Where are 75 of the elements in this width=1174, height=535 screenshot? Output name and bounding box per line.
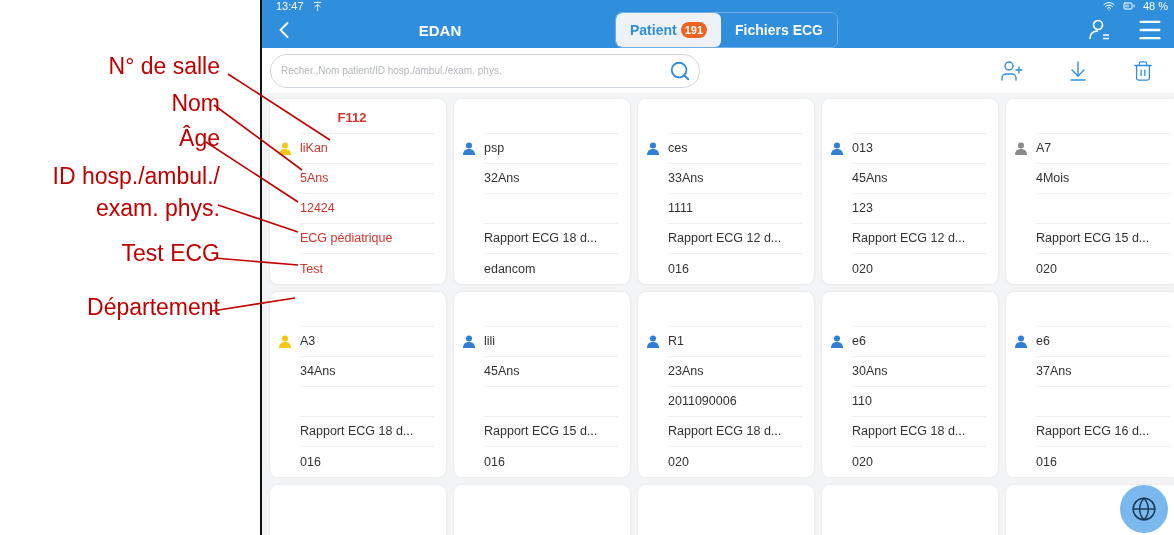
search-icon[interactable] — [669, 59, 691, 82]
status-time: 13:47 — [276, 0, 304, 12]
patient-age-text: 37Ans — [1036, 363, 1072, 378]
patient-name-text: psp — [484, 140, 505, 155]
annotation-label: Test ECG — [121, 239, 220, 268]
annotation-label: N° de salle — [108, 52, 220, 81]
patient-id-text: 12424 — [300, 201, 335, 216]
patient-card[interactable]: F112 liKan 5Ans 12424 ECG pédiatrique Test — [270, 99, 446, 284]
patient-department-text: 016 — [668, 261, 689, 276]
annotation-label: Nom — [171, 89, 220, 118]
patient-name-text: e6 — [852, 333, 866, 348]
annotation-label: Âge — [179, 124, 220, 153]
trash-icon — [1132, 59, 1154, 82]
patient-age-text: 32Ans — [484, 170, 520, 185]
app-title: EDAN — [417, 21, 463, 39]
patient-name-text: R1 — [668, 333, 684, 348]
patient-name-text: 013 — [852, 140, 873, 155]
ecg-test-text: Rapport ECG 15 d... — [1036, 231, 1150, 246]
patient-name-text: lili — [484, 333, 496, 348]
patient-department-text: 016 — [484, 454, 505, 469]
patient-id-text: 1111 — [668, 201, 694, 216]
upload-icon — [311, 0, 323, 12]
ecg-test-text: Rapport ECG 18 d... — [484, 231, 598, 246]
patient-card[interactable]: A7 4Mois Rapport ECG 15 d... 020 — [1006, 99, 1174, 284]
patient-name-text: ces — [668, 140, 688, 155]
battery-level: 48 % — [1142, 0, 1168, 12]
patient-card[interactable]: lili 45Ans Rapport ECG 15 d... 016 — [454, 292, 630, 477]
ecg-test-text: Rapport ECG 16 d... — [1036, 424, 1150, 439]
patient-id-text: 123 — [852, 201, 873, 216]
patient-card[interactable]: ces 33Ans 1111 Rapport ECG 12 d... 016 — [638, 99, 814, 284]
patient-age-text: 34Ans — [300, 363, 336, 378]
patient-card[interactable]: e6 37Ans Rapport ECG 16 d... 016 — [1006, 292, 1174, 477]
ecg-test-text: Rapport ECG 15 d... — [484, 424, 598, 439]
ecg-test-text: Rapport ECG 18 d... — [668, 424, 782, 439]
globe-icon — [1131, 496, 1157, 522]
patient-name-text: A3 — [300, 333, 316, 348]
patient-name-text: A7 — [1036, 140, 1052, 155]
patient-age-text: 5Ans — [300, 170, 329, 185]
patient-card[interactable]: 013 45Ans 123 Rapport ECG 12 d... 020 — [822, 99, 998, 284]
patient-age-text: 45Ans — [852, 170, 888, 185]
ecg-test-text: Rapport ECG 18 d... — [852, 424, 966, 439]
annotation-label: Département — [87, 293, 220, 322]
patient-department-text: edancom — [484, 261, 536, 276]
patient-age-text: 4Mois — [1036, 170, 1070, 185]
wifi-icon — [1102, 0, 1115, 12]
patient-department-text: 020 — [668, 454, 689, 469]
patient-id-text: 110 — [852, 394, 872, 409]
patient-department-text: 020 — [852, 454, 873, 469]
patient-department-text: 020 — [1036, 261, 1057, 276]
patient-department-text: 016 — [300, 454, 321, 469]
battery-icon — [1122, 0, 1135, 12]
patient-card[interactable]: R1 23Ans 2011090006 Rapport ECG 18 d... 020 — [638, 292, 814, 477]
patient-department-text: 020 — [852, 261, 873, 276]
patient-name-text: liKan — [300, 140, 328, 155]
room-number-text: F112 — [337, 110, 367, 126]
patient-name-text: e6 — [1036, 333, 1050, 348]
patient-department-text: Test — [300, 261, 323, 276]
patient-card[interactable]: psp 32Ans Rapport ECG 18 d... edancom — [454, 99, 630, 284]
patient-age-text: 45Ans — [484, 363, 520, 378]
ecg-test-text: Rapport ECG 18 d... — [300, 424, 414, 439]
search-field[interactable]: Recher.,Nom patient/ID hosp./ambul./exam. phys. — [270, 53, 700, 88]
add-person-icon — [1000, 58, 1024, 83]
patient-department-text: 016 — [1036, 454, 1057, 469]
patient-age-text: 33Ans — [668, 170, 704, 185]
ecg-test-text: ECG pédiatrique — [300, 231, 393, 246]
patient-card[interactable]: A3 34Ans Rapport ECG 18 d... 016 — [270, 292, 446, 477]
person-list-icon — [1088, 18, 1112, 42]
patient-card[interactable]: e6 30Ans 110 Rapport ECG 18 d... 020 — [822, 292, 998, 477]
patient-age-text: 30Ans — [852, 363, 888, 378]
patient-id-text: 2011090006 — [668, 394, 737, 409]
count-badge: 191 — [680, 22, 708, 38]
ecg-test-text: Rapport ECG 12 d... — [852, 231, 966, 246]
patient-age-text: 23Ans — [668, 363, 704, 378]
ecg-test-text: Rapport ECG 12 d... — [668, 231, 782, 246]
annotation-label: ID hosp./ambul./ exam. phys. — [52, 162, 220, 223]
